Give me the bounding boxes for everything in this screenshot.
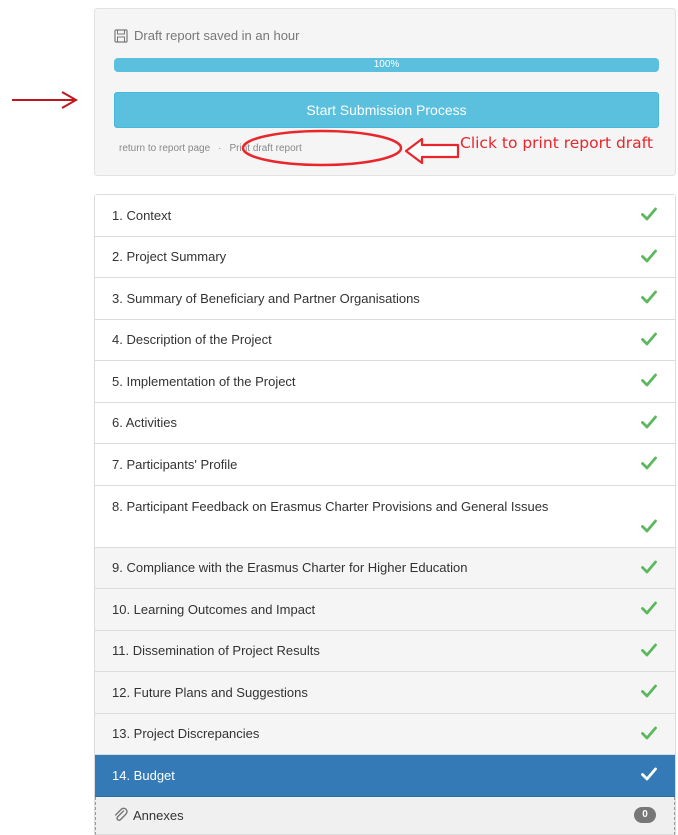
section-item[interactable]: 1. Context xyxy=(95,195,675,237)
annexes-count-badge: 0 xyxy=(634,806,656,823)
link-separator: · xyxy=(218,143,222,154)
save-status-text: Draft report saved in an hour xyxy=(134,28,300,43)
section-item-label: 8. Participant Feedback on Erasmus Chart… xyxy=(112,498,549,514)
section-item[interactable]: 6. Activities xyxy=(95,402,675,444)
checkmark-icon xyxy=(641,207,657,221)
section-item-label: 13. Project Discrepancies xyxy=(112,726,260,742)
section-item-label: 1. Context xyxy=(112,207,172,223)
section-item[interactable]: 11. Dissemination of Project Results xyxy=(95,630,675,672)
checkmark-icon xyxy=(641,560,657,573)
section-item-label: 14. Budget xyxy=(112,767,175,783)
save-status: Draft report saved in an hour xyxy=(114,28,299,43)
return-to-report-link[interactable]: return to report page xyxy=(119,143,210,154)
checkmark-icon xyxy=(641,290,657,304)
floppy-disk-icon xyxy=(114,28,128,43)
section-item-label: 6. Activities xyxy=(112,415,178,431)
annexes-label: Annexes xyxy=(133,807,184,823)
section-item[interactable]: 14. Budget xyxy=(95,755,675,797)
checkmark-icon xyxy=(641,332,657,345)
section-item[interactable]: 8. Participant Feedback on Erasmus Chart… xyxy=(95,485,675,548)
section-item[interactable]: 4. Description of the Project xyxy=(95,319,675,361)
section-item-label: 11. Dissemination of Project Results xyxy=(112,643,320,659)
section-item-label: 7. Participants' Profile xyxy=(112,456,238,472)
section-item[interactable]: 9. Compliance with the Erasmus Charter f… xyxy=(95,547,675,589)
annotation-text: Click to print report draft xyxy=(460,134,653,152)
checkmark-icon xyxy=(641,456,657,470)
section-item[interactable]: 3. Summary of Beneficiary and Partner Or… xyxy=(95,278,675,320)
section-item[interactable]: 5. Implementation of the Project xyxy=(95,361,675,403)
section-item-label: 9. Compliance with the Erasmus Charter f… xyxy=(112,560,468,576)
section-item[interactable]: 2. Project Summary xyxy=(95,236,675,278)
section-item[interactable]: 13. Project Discrepancies xyxy=(95,713,675,755)
checkmark-icon xyxy=(641,726,657,739)
checkmark-icon xyxy=(641,601,657,615)
report-sections-list: 1. Context 2. Project Summary 3. Summary o… xyxy=(94,194,676,835)
section-item-label: 5. Implementation of the Project xyxy=(112,373,296,389)
start-submission-button[interactable]: Start Submission Process xyxy=(114,92,659,128)
section-item-label: 12. Future Plans and Suggestions xyxy=(112,684,308,700)
section-item[interactable]: 12. Future Plans and Suggestions xyxy=(95,672,675,714)
paperclip-icon xyxy=(114,807,128,821)
highlight-ellipse-icon xyxy=(241,129,403,167)
checkmark-icon xyxy=(641,373,657,387)
checkmark-icon xyxy=(641,519,657,532)
section-item-label: 4. Description of the Project xyxy=(112,332,272,348)
checkmark-icon xyxy=(641,767,657,781)
checkmark-icon xyxy=(641,415,657,428)
checkmark-icon xyxy=(641,249,657,262)
section-item-label: 3. Summary of Beneficiary and Partner Or… xyxy=(112,290,420,306)
annotation-arrow-icon xyxy=(404,137,460,165)
section-item[interactable]: 7. Participants' Profile xyxy=(95,444,675,486)
pointer-arrow-icon xyxy=(12,91,79,109)
progress-fill: 100% xyxy=(114,58,659,72)
section-item-label: 2. Project Summary xyxy=(112,249,227,265)
section-item-label: 10. Learning Outcomes and Impact xyxy=(112,601,316,617)
section-item[interactable]: 10. Learning Outcomes and Impact xyxy=(95,589,675,631)
annexes-item[interactable]: Annexes 0 xyxy=(95,796,675,835)
progress-bar: 100% xyxy=(114,58,659,72)
checkmark-icon xyxy=(641,684,657,698)
checkmark-icon xyxy=(641,643,657,656)
